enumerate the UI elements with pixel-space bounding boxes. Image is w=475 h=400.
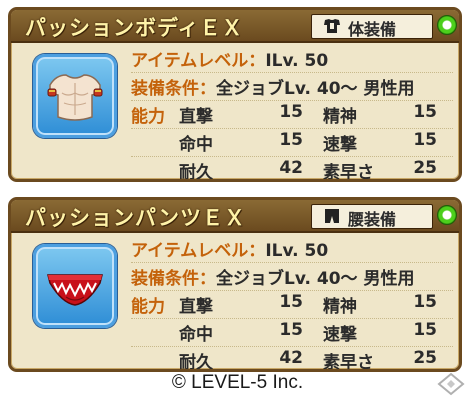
divider xyxy=(131,262,453,263)
stat-value: 15 xyxy=(413,102,437,122)
divider xyxy=(131,100,453,101)
item-level-label: アイテムレベル： xyxy=(131,51,266,71)
slot-label: 体装備 xyxy=(348,20,397,39)
stat-name: 直撃 xyxy=(179,107,213,127)
item-level-value: ILv. 50 xyxy=(265,241,329,261)
chest-armor-icon xyxy=(47,74,103,121)
item-name: パッションパンツＥＸ xyxy=(25,206,247,230)
divider xyxy=(131,72,453,73)
card-header: パッションボディＥＸ 体装備 xyxy=(11,10,459,43)
stat-row: 能力 直撃 15 精神 15 xyxy=(131,102,453,128)
stat-value: 15 xyxy=(279,102,303,122)
pants-armor-icon xyxy=(47,274,103,306)
item-info: アイテムレベル：ILv. 50 装備条件：全ジョブLv. 40〜 男性用 能力 … xyxy=(131,236,453,369)
requirement-row: 装備条件：全ジョブLv. 40〜 男性用 xyxy=(131,264,453,290)
requirement-label: 装備条件： xyxy=(131,79,216,99)
requirement-value: 全ジョブLv. 40〜 男性用 xyxy=(216,79,415,99)
slot-tag: 体装備 xyxy=(311,14,433,39)
requirement-row: 装備条件：全ジョブLv. 40〜 男性用 xyxy=(131,74,453,100)
item-level-label: アイテムレベル： xyxy=(131,241,266,261)
stat-name: 直撃 xyxy=(179,297,213,317)
stat-row: 命中 15 速撃 15 xyxy=(131,130,453,156)
stat-name: 速撃 xyxy=(323,325,357,345)
stat-row: 命中 15 速撃 15 xyxy=(131,320,453,346)
status-indicator xyxy=(437,15,457,35)
stat-row: 耐久 42 素早さ 25 xyxy=(131,348,453,372)
item-info: アイテムレベル：ILv. 50 装備条件：全ジョブLv. 40〜 男性用 能力 … xyxy=(131,46,453,179)
stat-value: 15 xyxy=(279,130,303,150)
body-armor-icon xyxy=(324,19,340,33)
stat-name: 素早さ xyxy=(323,353,374,372)
item-icon-frame xyxy=(33,244,117,328)
divider xyxy=(131,156,453,157)
status-indicator xyxy=(437,205,457,225)
stat-name: 精神 xyxy=(323,107,357,127)
stat-value: 15 xyxy=(413,292,437,312)
stat-value: 15 xyxy=(279,292,303,312)
divider xyxy=(131,318,453,319)
stat-name: 精神 xyxy=(323,297,357,317)
watermark-logo-icon xyxy=(437,372,465,396)
ability-label: 能力 xyxy=(131,107,165,127)
equipment-card-body: パッションボディＥＸ 体装備 アイテムレベル：ILv. 50 装備条件：全ジョブ… xyxy=(8,7,462,182)
stat-name: 耐久 xyxy=(179,163,213,182)
stat-value: 15 xyxy=(413,130,437,150)
copyright-notice: © LEVEL-5 Inc. xyxy=(171,372,304,393)
divider xyxy=(131,346,453,347)
stat-value: 15 xyxy=(279,320,303,340)
stat-name: 耐久 xyxy=(179,353,213,372)
stat-value: 42 xyxy=(279,158,303,178)
stat-row: 能力 直撃 15 精神 15 xyxy=(131,292,453,318)
stat-name: 速撃 xyxy=(323,135,357,155)
card-header: パッションパンツＥＸ 腰装備 xyxy=(11,200,459,233)
divider xyxy=(131,128,453,129)
stat-value: 25 xyxy=(413,348,437,368)
slot-label: 腰装備 xyxy=(348,210,397,229)
item-icon-frame xyxy=(33,54,117,138)
ability-label: 能力 xyxy=(131,297,165,317)
stat-row: 耐久 42 素早さ 25 xyxy=(131,158,453,182)
stat-value: 25 xyxy=(413,158,437,178)
slot-tag: 腰装備 xyxy=(311,204,433,229)
stat-value: 42 xyxy=(279,348,303,368)
item-level-row: アイテムレベル：ILv. 50 xyxy=(131,236,453,262)
stat-name: 命中 xyxy=(179,325,213,345)
item-level-value: ILv. 50 xyxy=(265,51,329,71)
equipment-card-waist: パッションパンツＥＸ 腰装備 アイテムレベル：ILv. 50 装備条件：全ジョブ… xyxy=(8,197,462,372)
requirement-label: 装備条件： xyxy=(131,269,216,289)
item-level-row: アイテムレベル：ILv. 50 xyxy=(131,46,453,72)
item-name: パッションボディＥＸ xyxy=(25,16,244,40)
stat-name: 命中 xyxy=(179,135,213,155)
stat-name: 素早さ xyxy=(323,163,374,182)
waist-armor-icon xyxy=(325,209,339,223)
requirement-value: 全ジョブLv. 40〜 男性用 xyxy=(216,269,415,289)
divider xyxy=(131,290,453,291)
stat-value: 15 xyxy=(413,320,437,340)
